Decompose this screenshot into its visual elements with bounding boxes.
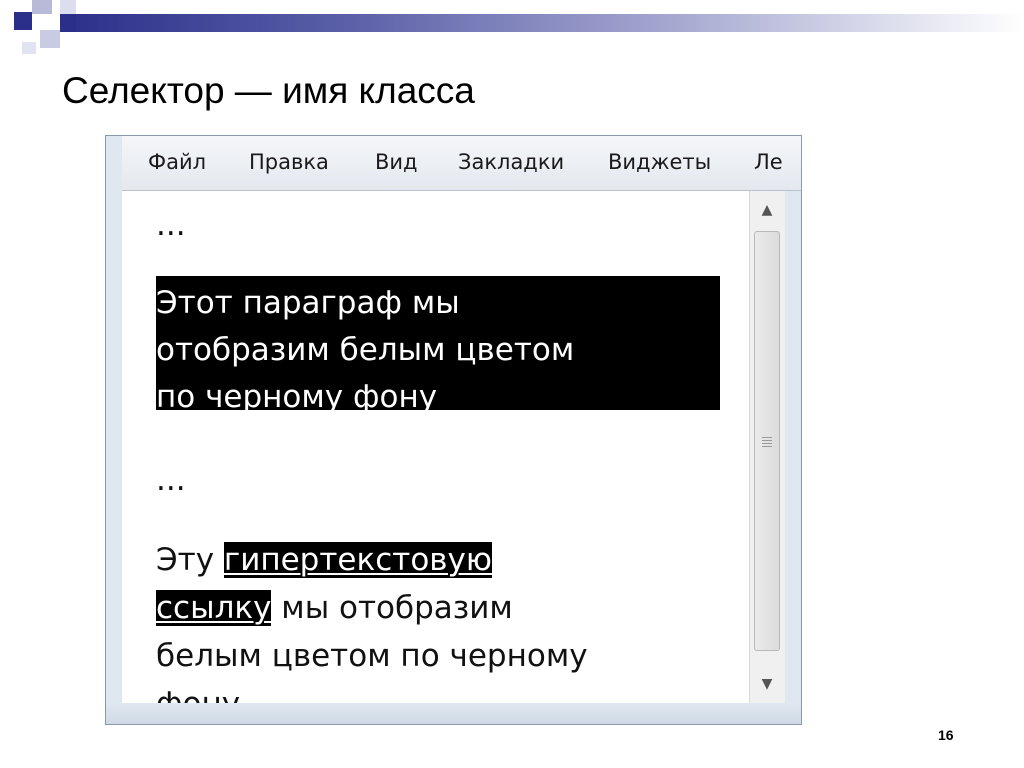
decoration-square <box>60 0 76 14</box>
black-paragraph-line: по черному фону <box>156 379 438 415</box>
menu-view[interactable]: Вид <box>375 150 418 174</box>
menu-edit[interactable]: Правка <box>249 150 329 174</box>
menu-bookmarks[interactable]: Закладки <box>458 150 564 174</box>
vertical-scrollbar[interactable]: ▲ ▼ <box>749 191 785 703</box>
decoration-square <box>32 0 52 14</box>
ellipsis: ... <box>156 207 186 243</box>
menu-widgets[interactable]: Виджеты <box>608 150 711 174</box>
title-bar-decoration <box>60 14 1024 32</box>
grip-icon <box>762 437 772 449</box>
scroll-up-arrow-icon[interactable]: ▲ <box>753 195 781 225</box>
menu-truncated[interactable]: Ле <box>754 150 783 174</box>
menu-file[interactable]: Файл <box>148 150 206 174</box>
menu-bar: Файл Правка Вид Закладки Виджеты Ле <box>122 136 801 191</box>
black-paragraph: Этот параграф мы отобразим белым цветом … <box>156 280 574 421</box>
link-paragraph-text: фону. <box>156 686 250 703</box>
decoration-square <box>60 14 76 32</box>
window-bottom-frame <box>106 704 801 724</box>
decoration-square <box>40 30 60 48</box>
hypertext-link-part[interactable]: ссылку <box>156 590 272 626</box>
decoration-square <box>22 42 36 54</box>
browser-window: Файл Правка Вид Закладки Виджеты Ле ... … <box>105 135 802 725</box>
scrollbar-thumb[interactable] <box>754 231 780 651</box>
link-paragraph-text: мы отобразим <box>271 590 513 626</box>
slide-number: 16 <box>938 727 954 743</box>
link-paragraph-text: белым цветом по черному <box>156 638 588 674</box>
link-paragraph-text: Эту <box>156 542 224 578</box>
ellipsis: ... <box>156 462 186 498</box>
link-paragraph: Эту гипертекстовую ссылку мы отобразим б… <box>156 536 588 703</box>
scroll-down-arrow-icon[interactable]: ▼ <box>753 669 781 699</box>
black-paragraph-line: Этот параграф мы <box>156 285 460 321</box>
hypertext-link-part[interactable]: гипертекстовую <box>223 542 492 578</box>
slide-title: Селектор — имя класса <box>62 70 475 111</box>
black-paragraph-line: отобразим белым цветом <box>156 332 575 368</box>
page-content: ... Этот параграф мы отобразим белым цве… <box>122 191 749 703</box>
decoration-square <box>14 12 32 30</box>
